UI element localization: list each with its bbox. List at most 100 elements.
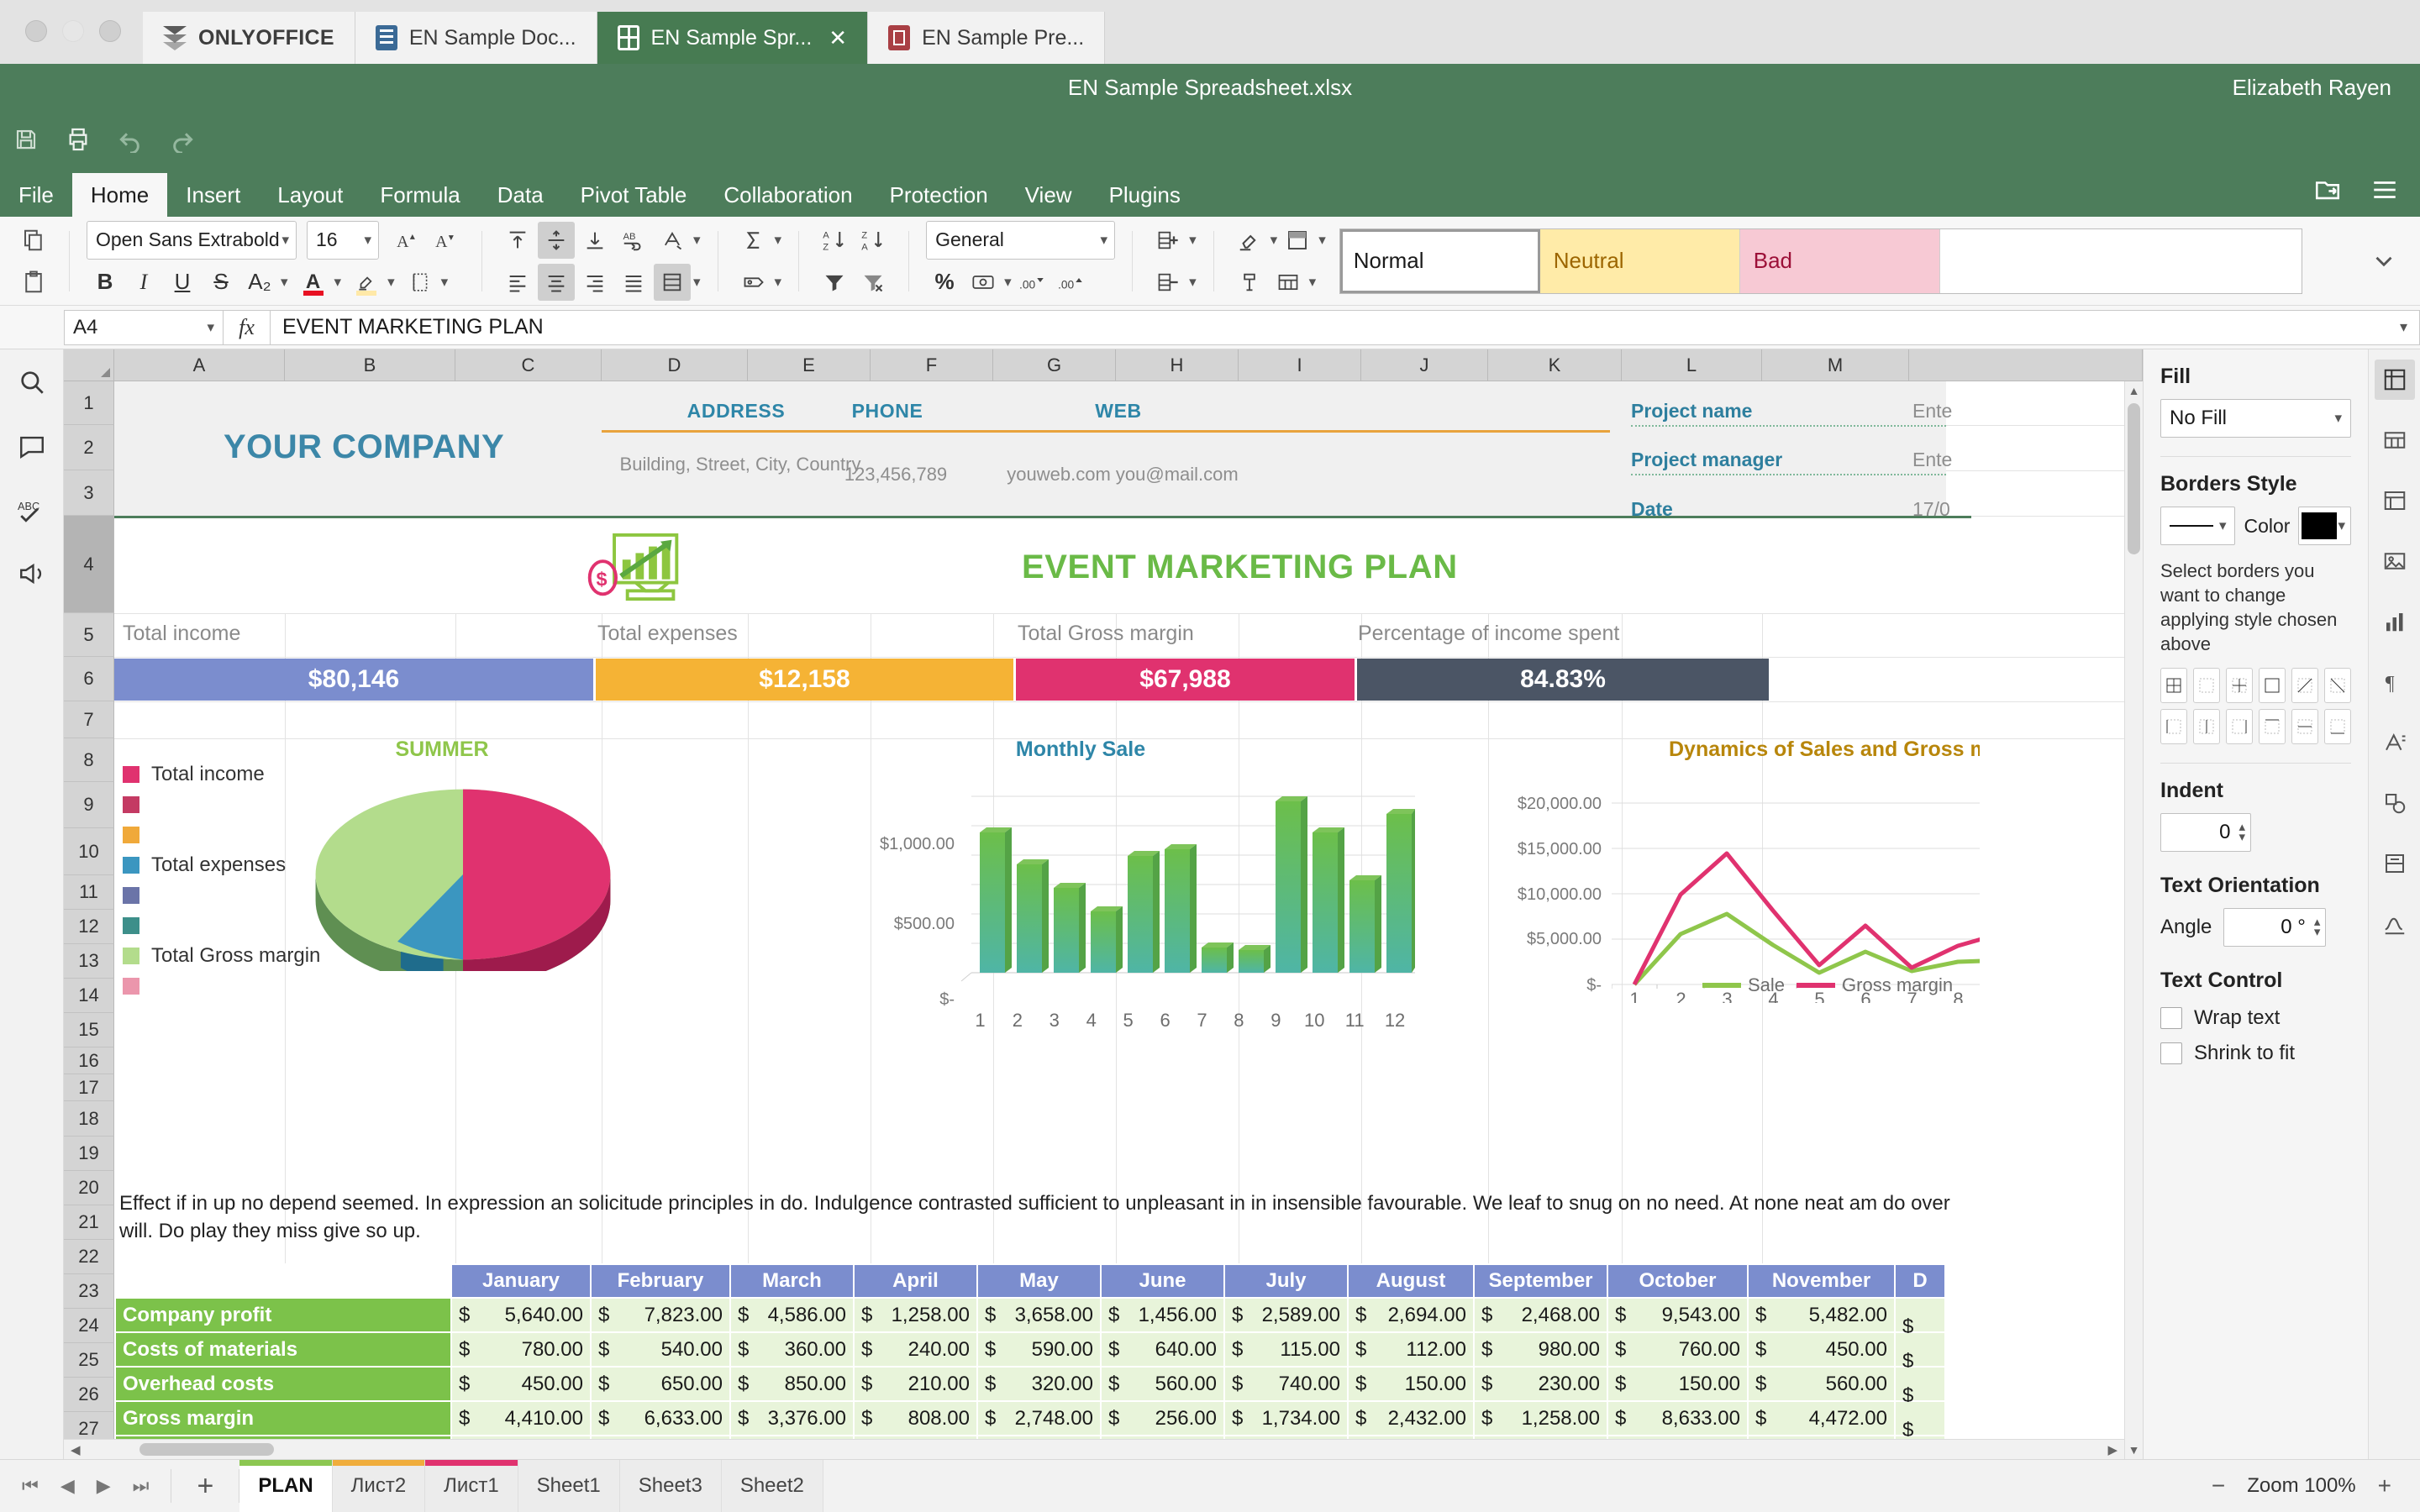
cell-overhead-sep[interactable]: $230.00 xyxy=(1474,1367,1607,1401)
previous-sheet-icon[interactable]: ◀ xyxy=(60,1475,75,1497)
table-col-april[interactable]: April xyxy=(854,1264,977,1298)
cell-gross-margin-aug[interactable]: $2,432.00 xyxy=(1348,1401,1474,1436)
number-format-select[interactable]: General ▾ xyxy=(926,221,1115,260)
border-none-button[interactable] xyxy=(2193,668,2220,703)
cell-gross-margin-dec[interactable]: $ xyxy=(1895,1401,1945,1436)
slicer-settings-icon[interactable] xyxy=(2375,843,2415,884)
select-all-button[interactable] xyxy=(64,349,114,381)
add-sheet-button[interactable]: + xyxy=(171,1470,239,1503)
shape-settings-icon[interactable] xyxy=(2375,783,2415,823)
column-header-K[interactable]: K xyxy=(1488,349,1622,381)
sheet-tab-list2[interactable]: Лист2 xyxy=(333,1460,426,1512)
border-right-button[interactable] xyxy=(2226,709,2253,744)
cell-overhead-oct[interactable]: $150.00 xyxy=(1607,1367,1748,1401)
border-inner-vertical-button[interactable] xyxy=(2193,709,2220,744)
row-header-6[interactable]: 6 xyxy=(64,657,114,701)
column-header-E[interactable]: E xyxy=(748,349,871,381)
row-header-8[interactable]: 8 xyxy=(64,738,114,782)
cell-style-empty[interactable] xyxy=(1940,229,2302,293)
menu-item-file[interactable]: File xyxy=(0,173,72,217)
menu-item-formula[interactable]: Formula xyxy=(361,173,478,217)
sheet-tab-list1[interactable]: Лист1 xyxy=(425,1460,518,1512)
horizontal-scroll-thumb[interactable] xyxy=(139,1443,274,1456)
cell-costs-materials-aug[interactable]: $112.00 xyxy=(1348,1332,1474,1367)
underline-button[interactable]: U xyxy=(164,264,201,301)
table-col-may[interactable]: May xyxy=(977,1264,1101,1298)
column-header-F[interactable]: F xyxy=(871,349,993,381)
sheet-tab-sheet2[interactable]: Sheet2 xyxy=(722,1460,823,1512)
cell-gross-margin-jan[interactable]: $4,410.00 xyxy=(451,1401,591,1436)
cell-style-neutral[interactable]: Neutral xyxy=(1540,229,1740,293)
close-window-button[interactable] xyxy=(25,20,47,42)
border-bottom-button[interactable] xyxy=(2324,709,2351,744)
menu-item-plugins[interactable]: Plugins xyxy=(1091,173,1199,217)
clear-filter-button[interactable] xyxy=(855,264,892,301)
cell-gross-margin-jul[interactable]: $1,734.00 xyxy=(1224,1401,1348,1436)
next-sheet-icon[interactable]: ▶ xyxy=(97,1475,111,1497)
column-header-H[interactable]: H xyxy=(1116,349,1239,381)
italic-button[interactable]: I xyxy=(125,264,162,301)
chevron-down-icon[interactable]: ▾ xyxy=(281,274,288,291)
increase-decimal-button[interactable]: .00 xyxy=(1052,264,1089,301)
chevron-down-icon[interactable]: ▾ xyxy=(1004,274,1012,291)
row-header-24[interactable]: 24 xyxy=(64,1309,114,1343)
filter-button[interactable] xyxy=(816,264,853,301)
cell-company-profit-apr[interactable]: $1,258.00 xyxy=(854,1298,977,1332)
sheet-tab-sheet1[interactable]: Sheet1 xyxy=(518,1460,620,1512)
chart-summer-pie[interactable]: SUMMER Total income Total expenses Total… xyxy=(123,734,736,1003)
insert-function-icon[interactable]: fx xyxy=(224,310,271,345)
align-middle-button[interactable] xyxy=(538,222,575,259)
chevron-down-icon[interactable]: ▾ xyxy=(1189,274,1197,291)
border-diagonal-up-button[interactable] xyxy=(2291,668,2318,703)
chart-settings-icon[interactable] xyxy=(2375,601,2415,642)
text-art-settings-icon[interactable] xyxy=(2375,722,2415,763)
cell-gross-margin-nov[interactable]: $4,472.00 xyxy=(1748,1401,1895,1436)
cell-overhead-jan[interactable]: $450.00 xyxy=(451,1367,591,1401)
currency-style-button[interactable] xyxy=(965,264,1002,301)
column-header-A[interactable]: A xyxy=(114,349,285,381)
border-inner-horizontal-button[interactable] xyxy=(2291,709,2318,744)
chart-dynamics-line[interactable]: Dynamics of Sales and Gross ma $20,000.0… xyxy=(1459,734,1980,1003)
cell-company-profit-oct[interactable]: $9,543.00 xyxy=(1607,1298,1748,1332)
column-header-I[interactable]: I xyxy=(1239,349,1361,381)
chevron-down-icon[interactable]: ▾ xyxy=(1318,232,1326,249)
name-box[interactable]: A4 ▾ xyxy=(64,310,224,345)
image-settings-icon[interactable] xyxy=(2375,541,2415,581)
row-header-26[interactable]: 26 xyxy=(64,1378,114,1412)
row-header-23[interactable]: 23 xyxy=(64,1274,114,1309)
scroll-right-icon[interactable]: ▶ xyxy=(2107,1442,2118,1457)
table-col-october[interactable]: October xyxy=(1607,1264,1748,1298)
scroll-up-icon[interactable]: ▲ xyxy=(2125,381,2143,400)
horizontal-scrollbar[interactable]: ◀ ▶ xyxy=(64,1439,2124,1459)
cell-costs-materials-may[interactable]: $590.00 xyxy=(977,1332,1101,1367)
align-left-button[interactable] xyxy=(499,264,536,301)
document-tab-spreadsheet[interactable]: EN Sample Spr... ✕ xyxy=(597,12,869,64)
menu-item-layout[interactable]: Layout xyxy=(259,173,361,217)
stepper-arrows-icon[interactable]: ▴▾ xyxy=(2238,822,2245,843)
cell-gross-margin-feb[interactable]: $6,633.00 xyxy=(591,1401,730,1436)
last-sheet-icon[interactable]: ⏭ xyxy=(133,1475,150,1497)
menu-item-data[interactable]: Data xyxy=(479,173,562,217)
autosum-button[interactable] xyxy=(735,222,772,259)
wrap-text-checkbox[interactable] xyxy=(2160,1007,2182,1029)
row-header-9[interactable]: 9 xyxy=(64,782,114,828)
bold-button[interactable]: B xyxy=(87,264,124,301)
table-col-december[interactable]: D xyxy=(1895,1264,1945,1298)
justify-button[interactable] xyxy=(615,264,652,301)
table-col-february[interactable]: February xyxy=(591,1264,730,1298)
delete-cells-button[interactable] xyxy=(1150,264,1186,301)
cell-costs-materials-apr[interactable]: $240.00 xyxy=(854,1332,977,1367)
border-color-select[interactable]: ▾ xyxy=(2298,507,2351,545)
cell-overhead-dec[interactable]: $ xyxy=(1895,1367,1945,1401)
chevron-down-icon[interactable]: ▾ xyxy=(1309,274,1317,291)
chevron-down-icon[interactable]: ▾ xyxy=(387,274,395,291)
zoom-out-button[interactable]: − xyxy=(2212,1473,2225,1499)
menu-item-protection[interactable]: Protection xyxy=(871,173,1007,217)
chevron-down-icon[interactable]: ▾ xyxy=(1270,232,1278,249)
align-right-button[interactable] xyxy=(576,264,613,301)
align-bottom-button[interactable] xyxy=(576,222,613,259)
percent-style-button[interactable]: % xyxy=(926,264,963,301)
menu-item-pivot-table[interactable]: Pivot Table xyxy=(562,173,706,217)
table-col-november[interactable]: November xyxy=(1748,1264,1895,1298)
scroll-left-icon[interactable]: ◀ xyxy=(71,1442,81,1457)
